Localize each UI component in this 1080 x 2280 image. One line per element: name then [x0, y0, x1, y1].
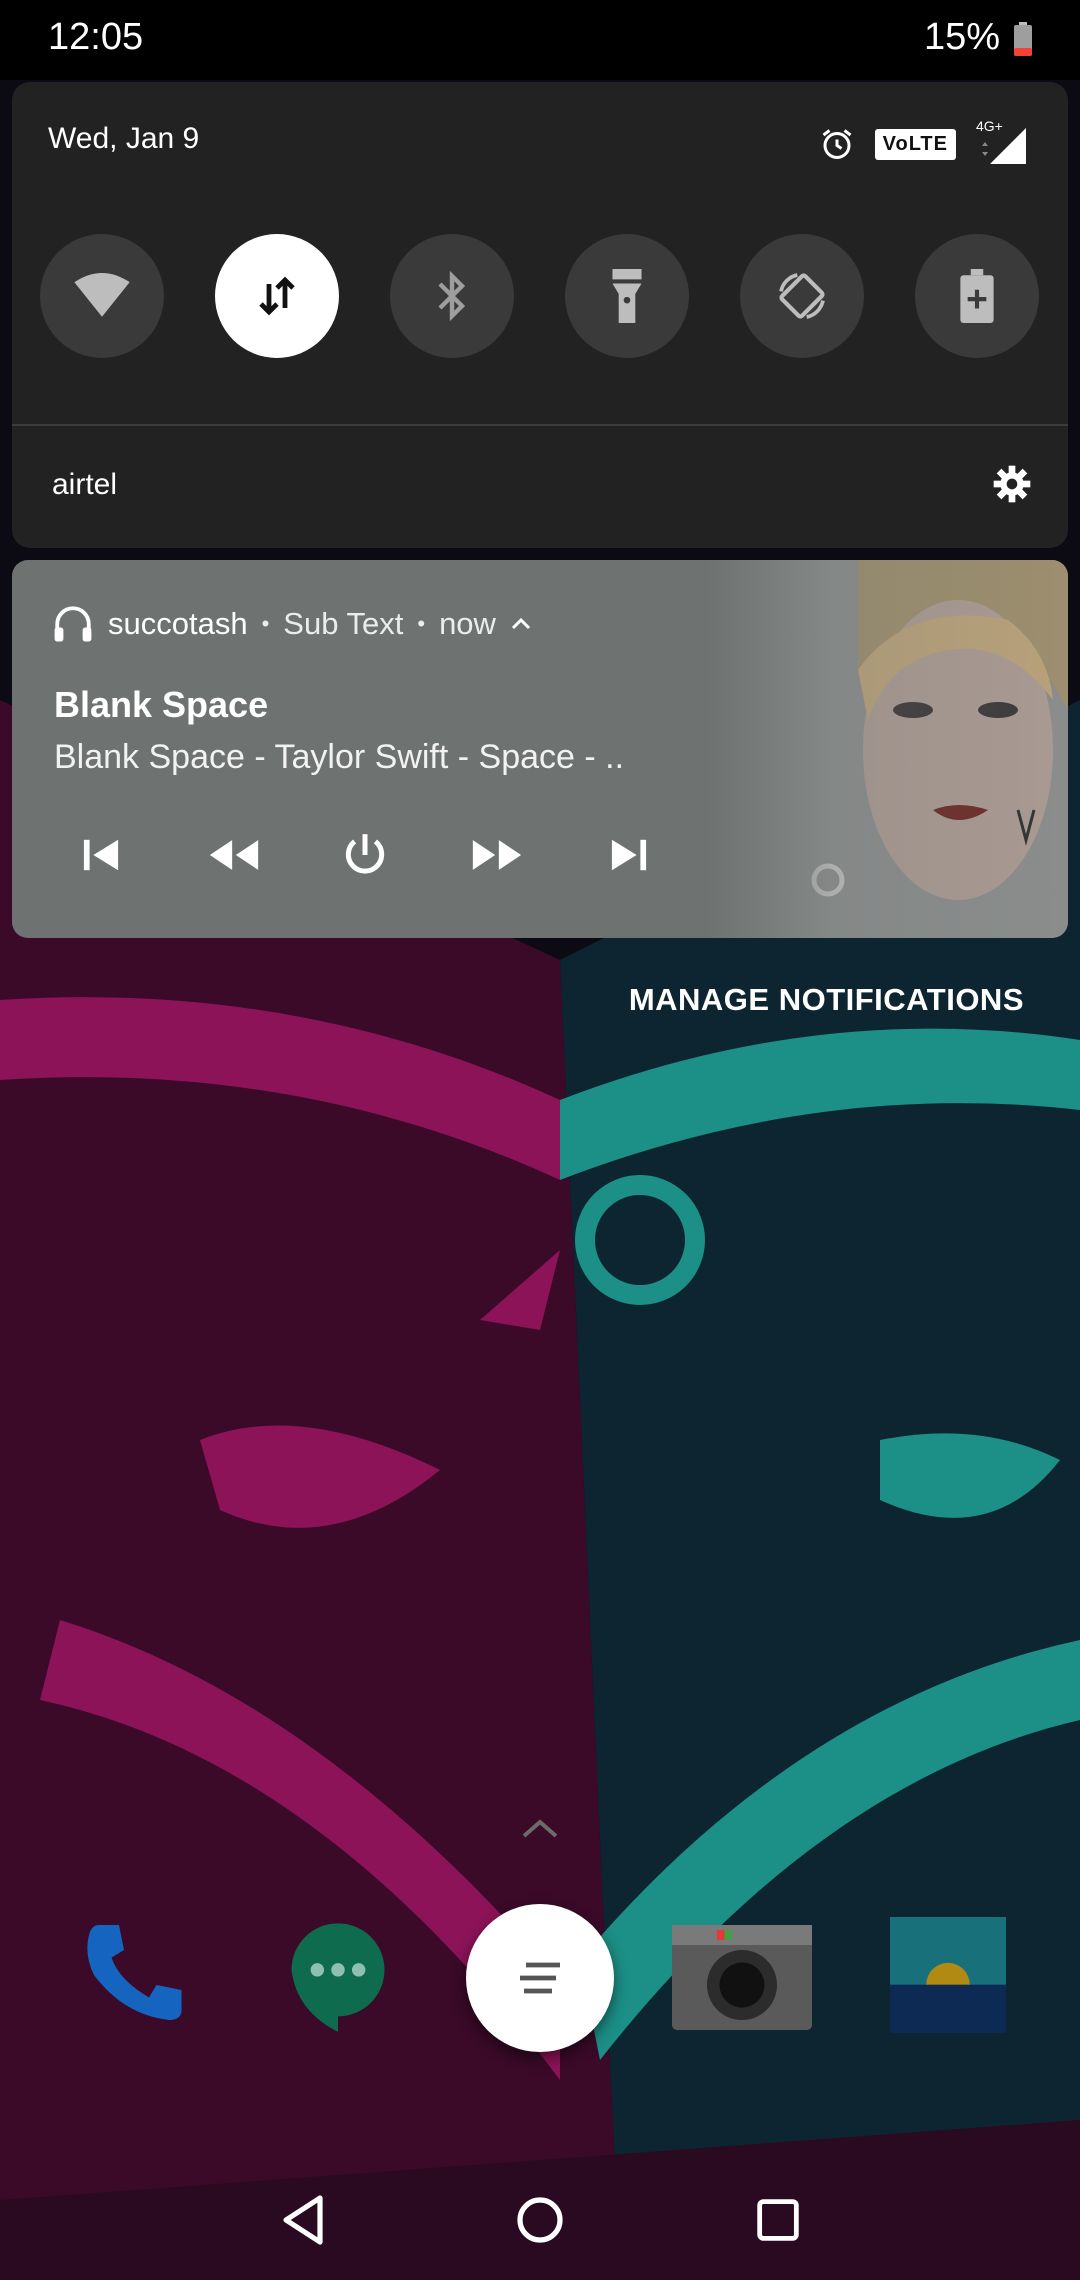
- nav-home-button[interactable]: [498, 2178, 582, 2262]
- separator-dot: •: [261, 611, 270, 636]
- app-name: succotash: [108, 606, 248, 641]
- quick-settings-tiles: [40, 234, 1052, 358]
- nav-back-button[interactable]: [262, 2178, 346, 2262]
- media-notification[interactable]: succotash • Sub Text • now Blank Space B…: [12, 560, 1068, 938]
- chevron-up-icon[interactable]: [510, 617, 532, 631]
- navigation-bar: [0, 2160, 1080, 2280]
- app-drawer-icon: [520, 1962, 560, 1994]
- album-art: [708, 560, 1068, 938]
- skip-next-icon: [611, 839, 647, 871]
- notification-time: now: [439, 606, 496, 641]
- mobile-data-icon: [259, 276, 295, 316]
- back-icon: [283, 2195, 323, 2245]
- status-time: 12:05: [48, 16, 144, 58]
- power-icon: [345, 834, 385, 874]
- signal-icon: 4G+: [976, 118, 1026, 164]
- tile-battery-saver[interactable]: [915, 234, 1039, 358]
- app-drawer-chevron-icon[interactable]: [516, 1812, 564, 1842]
- skip-next-button[interactable]: [592, 818, 666, 892]
- camera-icon: [672, 1925, 812, 2030]
- qs-divider: [12, 424, 1068, 426]
- qs-status-icons: VoLTE 4G+: [819, 118, 1026, 166]
- media-subtitle: Blank Space - Taylor Swift - Space - ..: [54, 738, 625, 776]
- gear-icon: [993, 465, 1031, 503]
- dock-app-gallery[interactable]: [878, 1900, 1018, 2050]
- headphones-icon: [54, 606, 92, 642]
- rewind-button[interactable]: [197, 818, 271, 892]
- tile-wifi[interactable]: [40, 234, 164, 358]
- tile-mobile-data[interactable]: [215, 234, 339, 358]
- home-icon: [517, 2197, 563, 2243]
- battery-icon: [1014, 22, 1032, 56]
- battery-saver-icon: [960, 269, 994, 323]
- media-title: Blank Space: [54, 684, 269, 725]
- quick-settings-panel: Wed, Jan 9 VoLTE 4G+ airtel: [12, 82, 1068, 548]
- bluetooth-icon: [438, 270, 466, 322]
- carrier-name: airtel: [52, 468, 118, 501]
- volte-badge: VoLTE: [874, 128, 956, 160]
- app-drawer-button[interactable]: [466, 1904, 614, 2052]
- recents-icon: [757, 2199, 799, 2241]
- sub-text: Sub Text: [283, 606, 404, 641]
- nav-recents-button[interactable]: [736, 2178, 820, 2262]
- tile-flashlight[interactable]: [565, 234, 689, 358]
- phone-icon: [87, 1925, 182, 2020]
- flashlight-icon: [612, 269, 642, 323]
- tile-auto-rotate[interactable]: [740, 234, 864, 358]
- battery-percent: 15%: [923, 16, 1000, 58]
- separator-dot: •: [417, 611, 426, 636]
- notification-header: succotash • Sub Text • now: [52, 604, 532, 644]
- skip-previous-button[interactable]: [64, 818, 138, 892]
- manage-notifications-button[interactable]: MANAGE NOTIFICATIONS: [629, 982, 1024, 1018]
- gallery-icon: [890, 1917, 1006, 2033]
- wifi-icon: [74, 273, 130, 317]
- qs-date[interactable]: Wed, Jan 9: [48, 122, 199, 156]
- hangouts-icon: [291, 1923, 385, 2032]
- status-bar: 12:05 15%: [0, 0, 1080, 80]
- fast-forward-icon: [472, 840, 522, 870]
- settings-button[interactable]: [988, 460, 1036, 508]
- dock-app-phone[interactable]: [64, 1900, 204, 2050]
- tile-bluetooth[interactable]: [390, 234, 514, 358]
- rewind-icon: [209, 840, 259, 870]
- fast-forward-button[interactable]: [460, 818, 534, 892]
- auto-rotate-icon: [779, 273, 825, 319]
- dock-app-camera[interactable]: [672, 1900, 812, 2050]
- power-button[interactable]: [328, 818, 402, 892]
- alarm-icon: [822, 129, 852, 159]
- skip-previous-icon: [83, 839, 119, 871]
- dock-app-hangouts[interactable]: [268, 1900, 408, 2050]
